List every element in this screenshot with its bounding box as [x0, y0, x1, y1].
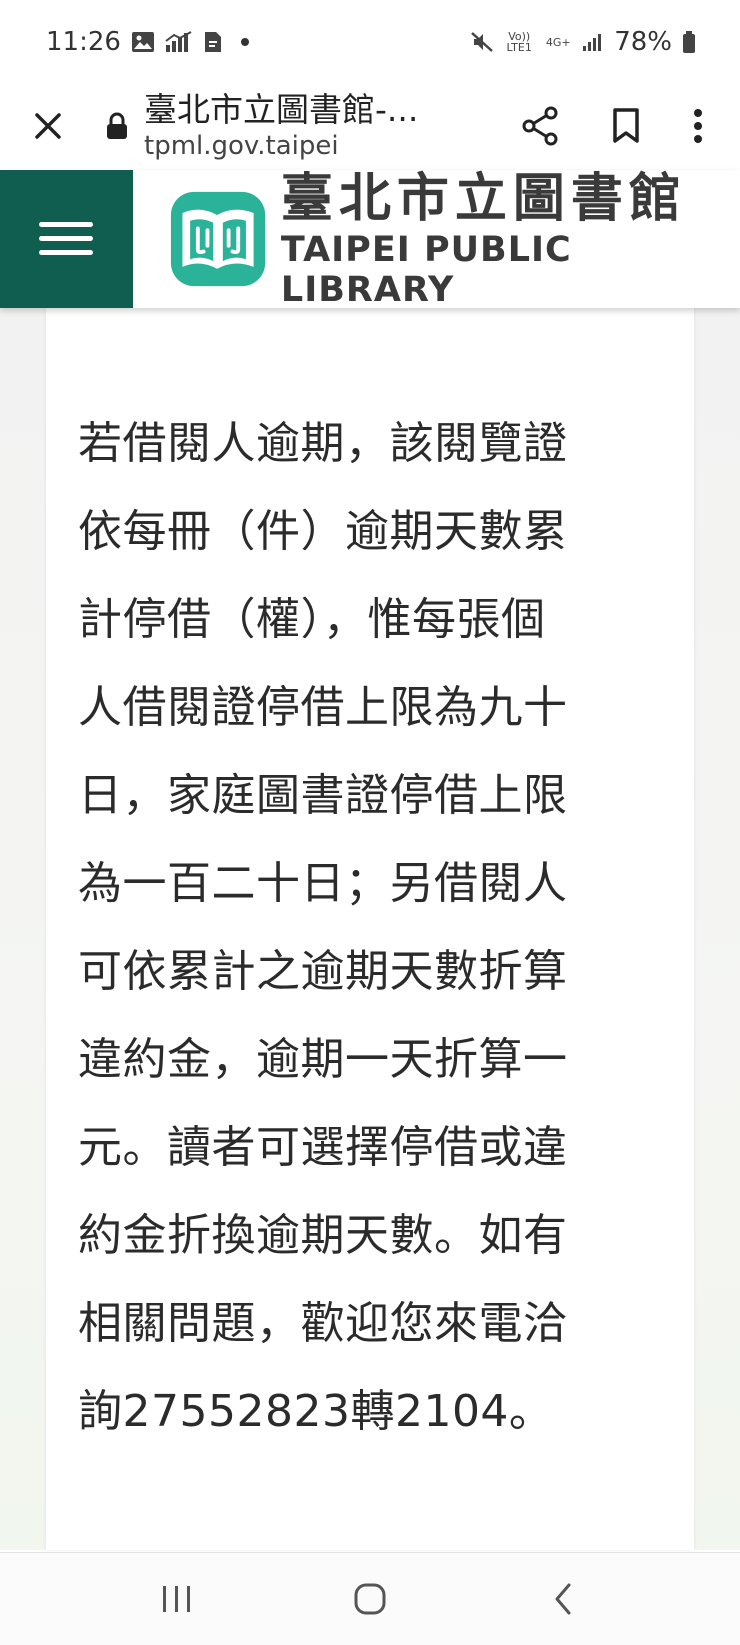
article-line: 日，家庭圖書證停借上限: [78, 770, 568, 821]
recents-button[interactable]: [147, 1569, 207, 1629]
article-line: 人借閱證停借上限為九十: [78, 682, 568, 733]
article-body: 若借閱人逾期，該閱覽證 依每冊（件）逾期天數累 計停借（權），惟每張個 人借閱證…: [78, 400, 633, 1456]
recents-icon: [162, 1586, 190, 1612]
logo-english-name: TAIPEI PUBLIC LIBRARY: [280, 230, 572, 310]
status-left: 11:26: [46, 27, 249, 57]
share-button[interactable]: [520, 104, 560, 148]
document-icon: [203, 31, 223, 53]
close-icon: [35, 113, 61, 139]
bookmark-icon: [613, 108, 639, 143]
logo-chinese-name: 臺北市立圖書館: [280, 169, 687, 229]
status-time: 11:26: [46, 27, 121, 57]
lock-icon[interactable]: [106, 112, 130, 140]
site-header: 臺北市立圖書館 TAIPEI PUBLIC LIBRARY: [0, 168, 740, 310]
page-domain: tpml.gov.taipei: [144, 131, 339, 161]
site-logo[interactable]: 臺北市立圖書館 TAIPEI PUBLIC LIBRARY: [169, 168, 740, 310]
mute-icon: [470, 30, 494, 54]
hamburger-menu-button[interactable]: [0, 170, 133, 308]
home-icon: [354, 1583, 386, 1615]
volte-label: Vo)) LTE1: [506, 30, 532, 54]
logo-text: 臺北市立圖書館 TAIPEI PUBLIC LIBRARY: [281, 168, 740, 310]
status-right: Vo)) LTE1 4G+ 78%: [470, 27, 696, 57]
article-line: 約金折換逾期天數。如有: [78, 1210, 568, 1261]
article-line: 元。讀者可選擇停借或違: [78, 1122, 568, 1173]
hamburger-icon: [39, 222, 94, 255]
page-title: 臺北市立圖書館-...: [144, 90, 419, 129]
bookmark-button[interactable]: [606, 104, 646, 148]
more-icon: [694, 109, 702, 143]
back-button[interactable]: [533, 1569, 593, 1629]
network-label: 4G+: [545, 35, 571, 49]
notification-dot-icon: [240, 38, 249, 46]
article-line: 可依累計之逾期天數折算: [78, 946, 568, 997]
battery-percent: 78%: [614, 27, 672, 57]
image-icon: [131, 31, 155, 53]
article-line: 違約金，逾期一天折算一: [78, 1034, 568, 1085]
battery-icon: [682, 30, 696, 54]
article-line: 為一百二十日；另借閱人: [78, 858, 568, 909]
article-line: 依每冊（件）逾期天數累: [78, 506, 568, 557]
article-line: 若借閱人逾期，該閱覽證: [78, 418, 568, 469]
signal-chart-icon: [165, 31, 193, 53]
more-options-button[interactable]: [692, 104, 704, 148]
home-button[interactable]: [340, 1569, 400, 1629]
signal-bars-icon: [582, 32, 604, 52]
share-icon: [522, 106, 558, 146]
article-line: 計停借（權），惟每張個: [78, 594, 546, 645]
browser-actions: [520, 104, 704, 148]
article-line: 相關問題，歡迎您來電洽: [78, 1298, 568, 1349]
system-nav-bar: [0, 1552, 740, 1645]
browser-toolbar: 臺北市立圖書館-... tpml.gov.taipei: [0, 84, 740, 168]
article-line: 詢27552823轉2104。: [78, 1386, 554, 1437]
address-field[interactable]: 臺北市立圖書館-... tpml.gov.taipei: [144, 90, 454, 162]
back-icon: [555, 1583, 571, 1615]
library-logo-icon: [170, 191, 265, 287]
close-tab-button[interactable]: [28, 106, 68, 146]
status-bar: 11:26 Vo)) LTE1 4G+ 78%: [0, 0, 740, 84]
